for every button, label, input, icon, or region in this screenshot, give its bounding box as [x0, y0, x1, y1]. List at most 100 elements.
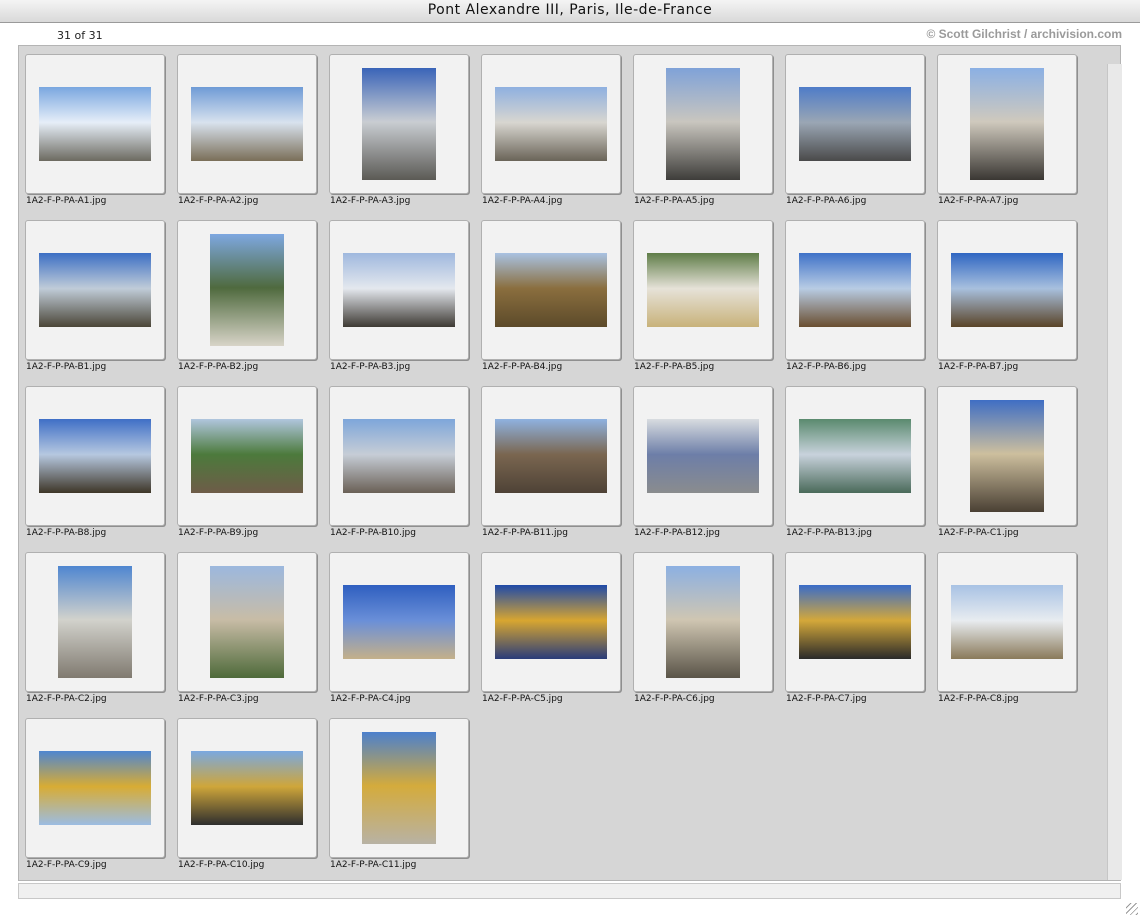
thumbnail-image[interactable]: [666, 68, 740, 180]
thumbnail-frame[interactable]: [937, 54, 1077, 194]
thumbnail-frame[interactable]: [329, 552, 469, 692]
thumbnail-frame[interactable]: [481, 552, 621, 692]
thumbnail-image[interactable]: [343, 585, 455, 659]
thumbnail-image[interactable]: [191, 87, 303, 161]
thumbnail-frame[interactable]: [633, 54, 773, 194]
horizontal-scrollbar[interactable]: [18, 883, 1121, 899]
thumbnail-image[interactable]: [58, 566, 132, 678]
vertical-scrollbar[interactable]: [1107, 64, 1122, 880]
thumbnail-image[interactable]: [495, 87, 607, 161]
thumbnail-frame[interactable]: [481, 220, 621, 360]
thumbnail-frame[interactable]: [785, 54, 925, 194]
thumbnail-image[interactable]: [362, 68, 436, 180]
thumbnail-image[interactable]: [970, 400, 1044, 512]
thumbnail-item[interactable]: 1A2-F-P-PA-C6.jpg: [627, 544, 779, 710]
thumbnail-image[interactable]: [191, 419, 303, 493]
thumbnail-frame[interactable]: [785, 552, 925, 692]
thumbnail-frame[interactable]: [25, 386, 165, 526]
thumbnail-frame[interactable]: [633, 220, 773, 360]
thumbnail-frame[interactable]: [329, 54, 469, 194]
thumbnail-frame[interactable]: [177, 718, 317, 858]
thumbnail-frame[interactable]: [481, 386, 621, 526]
thumbnail-item[interactable]: 1A2-F-P-PA-C11.jpg: [323, 710, 475, 876]
thumbnail-image[interactable]: [799, 87, 911, 161]
thumbnail-item[interactable]: 1A2-F-P-PA-B12.jpg: [627, 378, 779, 544]
thumbnail-item[interactable]: 1A2-F-P-PA-B2.jpg: [171, 212, 323, 378]
thumbnail-filename: 1A2-F-P-PA-C7.jpg: [786, 694, 867, 704]
thumbnail-item[interactable]: 1A2-F-P-PA-A2.jpg: [171, 46, 323, 212]
thumbnail-item[interactable]: 1A2-F-P-PA-B10.jpg: [323, 378, 475, 544]
thumbnail-frame[interactable]: [633, 386, 773, 526]
thumbnail-frame[interactable]: [937, 552, 1077, 692]
thumbnail-frame[interactable]: [937, 220, 1077, 360]
thumbnail-frame[interactable]: [177, 54, 317, 194]
thumbnail-frame[interactable]: [177, 552, 317, 692]
thumbnail-image[interactable]: [191, 751, 303, 825]
resize-grip-icon[interactable]: [1126, 903, 1138, 915]
thumbnail-image[interactable]: [647, 253, 759, 327]
thumbnail-frame[interactable]: [329, 220, 469, 360]
thumbnail-item[interactable]: 1A2-F-P-PA-C1.jpg: [931, 378, 1083, 544]
thumbnail-item[interactable]: 1A2-F-P-PA-B8.jpg: [19, 378, 171, 544]
thumbnail-item[interactable]: 1A2-F-P-PA-B1.jpg: [19, 212, 171, 378]
thumbnail-item[interactable]: 1A2-F-P-PA-A7.jpg: [931, 46, 1083, 212]
thumbnail-image[interactable]: [666, 566, 740, 678]
thumbnail-image[interactable]: [362, 732, 436, 844]
thumbnail-image[interactable]: [39, 253, 151, 327]
thumbnail-image[interactable]: [210, 234, 284, 346]
thumbnail-frame[interactable]: [25, 220, 165, 360]
thumbnail-item[interactable]: 1A2-F-P-PA-C7.jpg: [779, 544, 931, 710]
thumbnail-frame[interactable]: [785, 220, 925, 360]
thumbnail-item[interactable]: 1A2-F-P-PA-C9.jpg: [19, 710, 171, 876]
thumbnail-item[interactable]: 1A2-F-P-PA-B6.jpg: [779, 212, 931, 378]
thumbnail-frame[interactable]: [25, 552, 165, 692]
thumbnail-image[interactable]: [495, 585, 607, 659]
thumbnail-item[interactable]: 1A2-F-P-PA-A3.jpg: [323, 46, 475, 212]
thumbnail-item[interactable]: 1A2-F-P-PA-B13.jpg: [779, 378, 931, 544]
thumbnail-frame[interactable]: [633, 552, 773, 692]
thumbnail-item[interactable]: 1A2-F-P-PA-B3.jpg: [323, 212, 475, 378]
thumbnail-item[interactable]: 1A2-F-P-PA-C5.jpg: [475, 544, 627, 710]
thumbnail-image[interactable]: [343, 419, 455, 493]
thumbnail-frame[interactable]: [25, 718, 165, 858]
thumbnail-item[interactable]: 1A2-F-P-PA-B7.jpg: [931, 212, 1083, 378]
thumbnail-item[interactable]: 1A2-F-P-PA-C3.jpg: [171, 544, 323, 710]
thumbnail-item[interactable]: 1A2-F-P-PA-C2.jpg: [19, 544, 171, 710]
thumbnail-filename: 1A2-F-P-PA-A3.jpg: [330, 196, 411, 206]
thumbnail-filename: 1A2-F-P-PA-B1.jpg: [26, 362, 107, 372]
thumbnail-item[interactable]: 1A2-F-P-PA-B5.jpg: [627, 212, 779, 378]
thumbnail-image[interactable]: [210, 566, 284, 678]
thumbnail-image[interactable]: [970, 68, 1044, 180]
thumbnail-item[interactable]: 1A2-F-P-PA-A5.jpg: [627, 46, 779, 212]
thumbnail-item[interactable]: 1A2-F-P-PA-B9.jpg: [171, 378, 323, 544]
thumbnail-item[interactable]: 1A2-F-P-PA-C8.jpg: [931, 544, 1083, 710]
thumbnail-item[interactable]: 1A2-F-P-PA-A6.jpg: [779, 46, 931, 212]
thumbnail-image[interactable]: [647, 419, 759, 493]
thumbnail-filename: 1A2-F-P-PA-C2.jpg: [26, 694, 107, 704]
thumbnail-item[interactable]: 1A2-F-P-PA-B11.jpg: [475, 378, 627, 544]
thumbnail-item[interactable]: 1A2-F-P-PA-C4.jpg: [323, 544, 475, 710]
thumbnail-image[interactable]: [951, 253, 1063, 327]
thumbnail-image[interactable]: [343, 253, 455, 327]
thumbnail-image[interactable]: [39, 751, 151, 825]
thumbnail-image[interactable]: [39, 87, 151, 161]
thumbnail-image[interactable]: [39, 419, 151, 493]
thumbnail-frame[interactable]: [329, 386, 469, 526]
thumbnail-frame[interactable]: [177, 386, 317, 526]
thumbnail-frame[interactable]: [481, 54, 621, 194]
thumbnail-item[interactable]: 1A2-F-P-PA-A1.jpg: [19, 46, 171, 212]
thumbnail-image[interactable]: [799, 585, 911, 659]
thumbnail-image[interactable]: [799, 419, 911, 493]
thumbnail-item[interactable]: 1A2-F-P-PA-B4.jpg: [475, 212, 627, 378]
thumbnail-item[interactable]: 1A2-F-P-PA-A4.jpg: [475, 46, 627, 212]
thumbnail-frame[interactable]: [937, 386, 1077, 526]
thumbnail-frame[interactable]: [785, 386, 925, 526]
thumbnail-image[interactable]: [951, 585, 1063, 659]
thumbnail-frame[interactable]: [329, 718, 469, 858]
thumbnail-image[interactable]: [495, 419, 607, 493]
thumbnail-frame[interactable]: [25, 54, 165, 194]
thumbnail-item[interactable]: 1A2-F-P-PA-C10.jpg: [171, 710, 323, 876]
thumbnail-image[interactable]: [799, 253, 911, 327]
thumbnail-image[interactable]: [495, 253, 607, 327]
thumbnail-frame[interactable]: [177, 220, 317, 360]
